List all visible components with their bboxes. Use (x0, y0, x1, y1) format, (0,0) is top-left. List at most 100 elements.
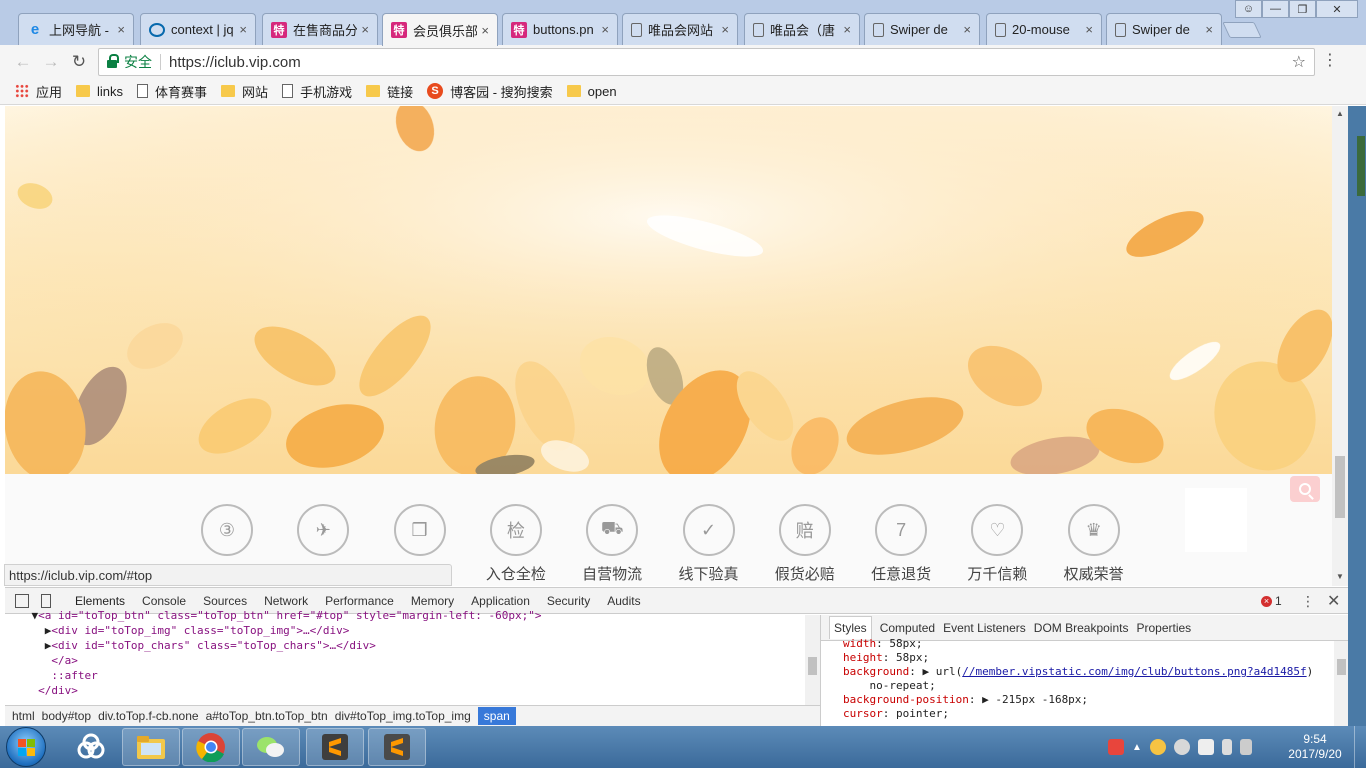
browser-tab[interactable]: 唯品会（唐 × (744, 13, 860, 45)
new-tab-button[interactable] (1222, 22, 1262, 38)
tab-close-icon[interactable]: × (1085, 22, 1093, 37)
browser-tab[interactable]: 20-mouse × (986, 13, 1102, 45)
scroll-down-icon[interactable]: ▼ (1336, 572, 1344, 581)
reload-button[interactable]: ↻ (68, 51, 90, 73)
elements-tree[interactable]: ▼<a id="toTop_btn" class="toTop_btn" hre… (5, 608, 820, 698)
tab-close-icon[interactable]: × (721, 22, 729, 37)
dom-node-line[interactable]: ▶<div id="toTop_chars" class="toTop_char… (5, 638, 820, 653)
tab-close-icon[interactable]: × (361, 22, 369, 37)
feature-item[interactable]: 赔假货必赔 (765, 504, 845, 584)
sidebar-tab[interactable]: Properties (1136, 621, 1191, 635)
tab-close-icon[interactable]: × (843, 22, 851, 37)
feature-item[interactable]: ③ (187, 504, 267, 563)
network-bars-icon[interactable] (1239, 739, 1252, 755)
tray-expand-icon[interactable]: ▲ (1132, 742, 1142, 753)
sogou-input-icon[interactable] (1108, 739, 1124, 755)
back-button[interactable]: ← (12, 51, 34, 73)
sidebar-tab[interactable]: Computed (880, 621, 935, 635)
styles-scrollbar[interactable] (1334, 641, 1348, 726)
feature-item[interactable]: ✓ 线下验真 (669, 504, 749, 584)
style-declaration[interactable]: cursor: pointer; (843, 707, 1348, 721)
browser-tab[interactable]: context | jq × (140, 13, 256, 45)
device-toolbar-icon[interactable] (41, 593, 51, 608)
breadcrumb-item[interactable]: body#top (42, 709, 91, 723)
feature-item[interactable]: ✈ (283, 504, 363, 563)
maximize-button[interactable]: ❐ (1289, 0, 1316, 18)
devtools-tab[interactable]: Elements (75, 594, 125, 608)
dom-node-line[interactable]: </a> (5, 653, 820, 668)
feature-item[interactable]: ♡ 万千信赖 (957, 504, 1037, 584)
dom-node-line[interactable]: ▶<div id="toTop_img" class="toTop_img">…… (5, 623, 820, 638)
breadcrumb-item[interactable]: a#toTop_btn.toTop_btn (206, 709, 328, 723)
feature-item[interactable]: 7 任意退货 (861, 504, 941, 584)
breadcrumb-item[interactable]: div#toTop_img.toTop_img (335, 709, 471, 723)
devtools-menu-icon[interactable]: ⋮ (1301, 593, 1315, 610)
page-scrollbar[interactable]: ▲ ▼ (1332, 106, 1348, 586)
breadcrumb-item[interactable]: span (477, 707, 516, 725)
inspect-element-icon[interactable] (15, 593, 29, 608)
devtools-tab[interactable]: Console (142, 594, 186, 608)
browser-tab[interactable]: Swiper de × (1106, 13, 1222, 45)
sublime-text-icon-2[interactable] (368, 728, 426, 766)
devtools-tab[interactable]: Performance (325, 594, 394, 608)
url-text[interactable]: https://iclub.vip.com (169, 54, 301, 71)
style-url-link[interactable]: //member.vipstatic.com/img/club/buttons.… (962, 665, 1306, 678)
browser-tab[interactable]: e 上网导航 - × (18, 13, 134, 45)
tab-close-icon[interactable]: × (239, 22, 247, 37)
style-declaration[interactable]: height: 58px; (843, 651, 1348, 665)
feature-item[interactable]: ❒ (380, 504, 460, 563)
bookmark-item[interactable]: S 博客园 - 搜狗搜索 (427, 82, 553, 101)
sublime-text-icon[interactable] (306, 728, 364, 766)
devtools-tab[interactable]: Network (264, 594, 308, 608)
devtools-close-icon[interactable]: ✕ (1327, 591, 1340, 611)
user-profile-button[interactable]: ☺ (1235, 0, 1262, 18)
breadcrumb-item[interactable]: div.toTop.f-cb.none (98, 709, 199, 723)
chrome-icon[interactable] (182, 728, 240, 766)
feature-item[interactable]: 检入仓全检 (476, 504, 556, 584)
browser-menu-icon[interactable]: ⋮ (1322, 53, 1338, 69)
breadcrumb-item[interactable]: html (12, 709, 35, 723)
style-declaration[interactable]: background: ▶ url(//member.vipstatic.com… (843, 665, 1348, 679)
file-explorer-icon[interactable] (122, 728, 180, 766)
bookmark-item[interactable]: links (76, 84, 123, 99)
elements-scroll-thumb[interactable] (808, 657, 817, 675)
devtools-tab[interactable]: Memory (411, 594, 454, 608)
address-bar[interactable]: 安全 https://iclub.vip.com ☆ (98, 48, 1315, 76)
dom-node-line[interactable]: </div> (5, 683, 820, 698)
network-tray-icon[interactable] (1149, 739, 1166, 755)
show-desktop-button[interactable] (1354, 726, 1366, 768)
bookmark-item[interactable]: 手机游戏 (282, 82, 352, 101)
devtools-tab[interactable]: Sources (203, 594, 247, 608)
scroll-thumb[interactable] (1335, 456, 1345, 518)
style-declaration[interactable]: width: 58px; (843, 637, 1348, 651)
browser-tab[interactable]: 特 buttons.pn × (502, 13, 618, 45)
clock[interactable]: 9:54 2017/9/20 (1280, 732, 1350, 762)
style-declaration[interactable]: no-repeat; (843, 679, 1348, 693)
devtools-tab[interactable]: Security (547, 594, 590, 608)
bookmark-item[interactable]: 应用 (15, 82, 62, 101)
bookmark-item[interactable]: 体育赛事 (137, 82, 207, 101)
tab-close-icon[interactable]: × (601, 22, 609, 37)
browser-tab[interactable]: 特在售商品分 × (262, 13, 378, 45)
devtools-tab[interactable]: Application (471, 594, 530, 608)
volume-icon[interactable] (1221, 739, 1232, 755)
devtools-tab[interactable]: Audits (607, 594, 640, 608)
close-window-button[interactable]: ✕ (1316, 0, 1358, 18)
security-tray-icon[interactable] (1173, 739, 1190, 755)
minimize-button[interactable]: — (1262, 0, 1289, 18)
dom-node-line[interactable]: ::after (5, 668, 820, 683)
browser-tab[interactable]: Swiper de × (864, 13, 980, 45)
feature-item[interactable]: ⛟ 自营物流 (572, 504, 652, 584)
dom-node-line[interactable]: ▼<a id="toTop_btn" class="toTop_btn" hre… (5, 608, 820, 623)
bookmark-item[interactable]: open (566, 84, 617, 99)
tab-close-icon[interactable]: × (481, 23, 489, 38)
error-counter[interactable]: × 1 (1261, 594, 1282, 608)
bookmark-item[interactable]: 网站 (221, 82, 268, 101)
sidebar-tab[interactable]: Styles (829, 616, 872, 639)
wechat-icon[interactable] (242, 728, 300, 766)
tab-close-icon[interactable]: × (117, 22, 125, 37)
browser-tab[interactable]: 特会员俱乐部 × (382, 13, 498, 46)
styles-scroll-thumb[interactable] (1337, 659, 1346, 675)
styles-rules[interactable]: width: 58px; height: 58px; background: ▶ u… (821, 637, 1348, 721)
browser-tab[interactable]: 唯品会网站 × (622, 13, 738, 45)
